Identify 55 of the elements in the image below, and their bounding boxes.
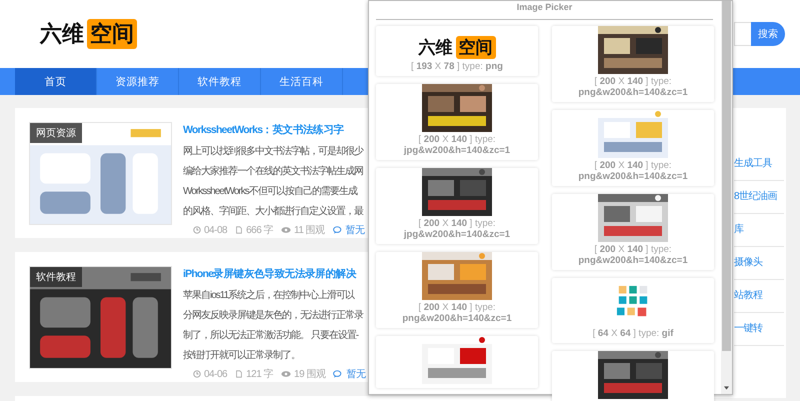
image-card[interactable]: [ 64 X 64 ] type: gif	[552, 278, 714, 343]
sidebar-link[interactable]: 站教程	[734, 280, 784, 313]
nav-tab[interactable]: 软件教程	[179, 68, 261, 95]
sidebar-link[interactable]: 8世纪油画	[734, 181, 784, 214]
image-card[interactable]: [ 200 X 140 ] type: jpg&w200&h=140&zc=1	[376, 84, 538, 160]
panel-title: Image Picker	[516, 1, 574, 12]
sidebar-link[interactable]: 库	[734, 214, 784, 247]
sidebar-link[interactable]: 生成工具	[734, 148, 784, 181]
comment-icon	[332, 226, 343, 234]
word-count: 666 字	[246, 224, 274, 237]
eye-icon	[281, 226, 292, 234]
image-card[interactable]: [ 200 X 140 ] type: png&w200&h=140&zc=1	[552, 110, 714, 186]
article-excerpt: 网上可以找到很多中文书法字帖，可是却很少 编给大家推荐一个在线的英文书法字帖生成网 WorkssheetWorks不但可以按自己的需要生成 的风格、字间距、大小都进行自定义设置，最	[183, 144, 363, 219]
logo-image: 六维 空间	[418, 36, 496, 59]
view-count: 11 围观	[294, 224, 325, 237]
eye-icon	[281, 370, 292, 378]
image-caption: [ 200 X 140 ] type: png&w200&h=140&zc=1	[577, 244, 689, 266]
document-icon	[235, 370, 244, 378]
image-card[interactable]: [ 200 X 140 ] type: png&w200&h=140&zc=1	[552, 26, 714, 102]
article-excerpt: 苹果自ios11系统之后，在控制中心上滑可以 分网友反映录屏键是灰色的，无法进行正常录 制了，所以无法正常激活功能。 只要在设置- 按钮打开就可以正常录制了。	[183, 288, 363, 363]
image-card[interactable]: 六维 空间 [ 193 X 78 ] type: png	[376, 26, 538, 76]
category-label: 软件教程	[30, 267, 82, 287]
comments-link[interactable]: 暂无	[346, 223, 365, 237]
view-count: 19 围观	[294, 368, 326, 381]
image-caption: [ 200 X 140 ] type: png&w200&h=140&zc=1	[577, 76, 689, 98]
scrollbar-thumb[interactable]	[722, 1, 731, 351]
nav-tab[interactable]: 资源推荐	[97, 68, 179, 95]
nav-tab[interactable]: 生活百科	[261, 68, 343, 95]
comment-icon	[333, 370, 344, 378]
article-title[interactable]: WorkssheetWorks：英文书法练习字	[183, 123, 344, 137]
article-title[interactable]: iPhone录屏键灰色导致无法录屏的解决	[183, 267, 356, 281]
category-label: 网页资源	[30, 123, 82, 143]
search-button[interactable]: 搜索	[751, 22, 785, 46]
image-caption: [ 200 X 140 ] type: png&w200&h=140&zc=1	[577, 160, 689, 182]
image-card[interactable]: [ 200 X 140 ] type: jpg&w200&h=140&zc=1	[376, 168, 538, 244]
post-date: 04-08	[204, 224, 228, 236]
image-caption: [ 200 X 140 ] type: jpg&w200&h=140&zc=1	[402, 134, 512, 156]
image-caption: [ 200 X 140 ] type: png&w200&h=140&zc=1	[401, 302, 513, 324]
tiles-icon	[616, 285, 650, 319]
word-count: 121 字	[246, 368, 274, 381]
image-card[interactable]: [ 200 X 140 ] type: png&w200&h=140&zc=1	[552, 194, 714, 270]
sidebar-link[interactable]: 一键转	[734, 313, 784, 346]
post-date: 04-06	[204, 368, 228, 380]
nav-tab[interactable]: 首页	[15, 68, 97, 95]
clock-icon	[193, 226, 201, 234]
image-card[interactable]	[552, 351, 714, 401]
image-card[interactable]: [ 200 X 140 ] type: png&w200&h=140&zc=1	[376, 252, 538, 328]
image-caption: [ 193 X 78 ] type: png	[410, 61, 504, 72]
image-caption: [ 64 X 64 ] type: gif	[592, 328, 674, 339]
comments-link[interactable]: 暂无	[346, 367, 366, 381]
image-caption: [ 200 X 140 ] type: jpg&w200&h=140&zc=1	[402, 218, 512, 240]
sidebar-link[interactable]: 摄像头	[734, 247, 784, 280]
clock-icon	[193, 370, 201, 378]
document-icon	[235, 226, 244, 234]
scroll-down-icon[interactable]	[724, 386, 729, 390]
